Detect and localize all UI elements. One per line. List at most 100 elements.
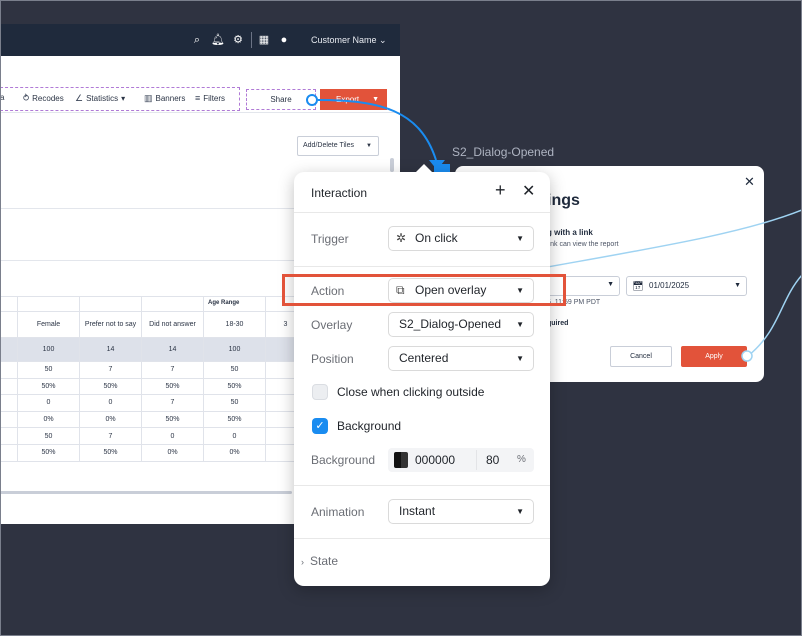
data-table: Female Prefer not to say Did not answer … xyxy=(0,296,306,462)
animation-value: Instant xyxy=(399,504,436,518)
close-outside-checkbox[interactable] xyxy=(312,384,328,400)
table-row: 50 7 0 0 xyxy=(0,427,306,445)
share-link-heading: g with a link xyxy=(547,228,593,237)
trigger-select[interactable]: ✲ On click ▼ xyxy=(388,226,534,251)
divider xyxy=(294,485,550,486)
table-cell: 50 xyxy=(203,361,266,379)
cancel-button[interactable]: Cancel xyxy=(610,346,672,367)
background-checkbox[interactable]: ✓ xyxy=(312,418,328,434)
field-divider xyxy=(476,450,477,470)
table-cell: 50% xyxy=(79,443,142,462)
table-row: 0% 0% 50% 50% xyxy=(0,410,306,429)
table-cell: 50 xyxy=(17,427,80,445)
state-section-toggle[interactable]: › State xyxy=(301,554,338,568)
background-opacity[interactable]: 80 xyxy=(486,448,499,472)
table-cell: 7 xyxy=(79,427,142,445)
color-swatch[interactable] xyxy=(394,452,408,468)
table-cell xyxy=(0,410,18,429)
required-text: quired xyxy=(547,320,569,327)
table-cell xyxy=(0,427,18,445)
table-cell: 0 xyxy=(203,427,266,445)
apps-grid-icon[interactable]: ▦ xyxy=(257,33,271,47)
position-label: Position xyxy=(311,352,354,366)
bell-icon[interactable]: 🔔︎ xyxy=(211,33,225,47)
table-cell: 50% xyxy=(141,410,204,429)
table-cell xyxy=(0,361,18,379)
table-row: 50 7 7 50 xyxy=(0,361,306,379)
chevron-right-icon: › xyxy=(301,557,304,567)
close-icon[interactable]: ✕ xyxy=(522,181,535,201)
chevron-down-icon: ▼ xyxy=(607,281,614,288)
add-delete-tiles-label: Add/Delete Tiles xyxy=(303,142,354,149)
vertical-scrollbar[interactable] xyxy=(390,158,394,172)
calendar-icon: 📅︎ xyxy=(632,281,644,291)
table-header-cell: Prefer not to say xyxy=(79,311,142,338)
table-header-row: Female Prefer not to say Did not answer … xyxy=(0,311,306,338)
share-label: Share xyxy=(270,95,292,104)
table-header-cell xyxy=(0,311,18,338)
table-cell: 50% xyxy=(17,377,80,396)
overlay-value: S2_Dialog-Opened xyxy=(399,317,502,331)
apply-button[interactable]: Apply xyxy=(681,346,747,367)
table-cell: 50 xyxy=(203,394,266,412)
table-cell: 0% xyxy=(79,410,142,429)
position-select[interactable]: Centered ▼ xyxy=(388,346,534,371)
table-cell xyxy=(0,337,18,362)
table-cell: 0 xyxy=(79,394,142,412)
customer-name-menu[interactable]: Customer Name ⌄ xyxy=(311,35,387,46)
background-checkbox-label: Background xyxy=(337,419,402,433)
table-row: 50% 50% 0% 0% xyxy=(0,443,306,462)
animation-select[interactable]: Instant ▼ xyxy=(388,499,534,524)
background-hex[interactable]: 000000 xyxy=(415,448,455,472)
table-cell: 7 xyxy=(141,361,204,379)
add-delete-tiles-button[interactable]: Add/Delete Tiles ▼ xyxy=(297,136,379,156)
table-row: 0 0 7 50 xyxy=(0,394,306,412)
divider xyxy=(294,538,550,539)
table-total-row: 100 14 14 100 xyxy=(0,337,306,362)
background-color-field[interactable]: 000000 80 % xyxy=(388,448,534,472)
table-cell: 14 xyxy=(141,337,204,362)
user-icon[interactable]: ● xyxy=(277,33,291,47)
share-button[interactable]: Share xyxy=(246,89,316,110)
table-cell: 7 xyxy=(141,394,204,412)
table-cell: 7 xyxy=(79,361,142,379)
interaction-panel: Interaction + ✕ Trigger ✲ On click ▼ Actio… xyxy=(294,164,550,586)
gear-icon[interactable]: ⚙ xyxy=(231,33,245,47)
expiry-date-value: 01/01/2025 xyxy=(649,281,690,290)
chevron-down-icon: ▼ xyxy=(516,234,524,243)
click-icon: ✲ xyxy=(396,231,407,245)
table-cell xyxy=(0,394,18,412)
search-icon[interactable]: ⌕ xyxy=(190,33,204,47)
table-cell: 50% xyxy=(17,443,80,462)
top-bar: ⌕ 🔔︎ ⚙ ▦ ● Customer Name ⌄ xyxy=(0,24,400,56)
divider xyxy=(294,266,550,267)
chevron-down-icon: ▼ xyxy=(516,354,524,363)
table-cell: 0% xyxy=(203,443,266,462)
panel-pointer xyxy=(416,164,432,172)
chevron-down-icon: ▼ xyxy=(734,282,741,289)
export-button[interactable]: Export ▼ xyxy=(320,89,387,110)
table-cell: 100 xyxy=(17,337,80,362)
position-value: Centered xyxy=(399,351,449,365)
table-cell xyxy=(0,443,18,462)
chevron-down-icon: ▼ xyxy=(516,320,524,329)
table-cell: 14 xyxy=(79,337,142,362)
close-icon[interactable]: ✕ xyxy=(744,174,755,190)
action-row-highlight xyxy=(282,274,566,306)
background-label: Background xyxy=(311,453,376,467)
table-cell: 50% xyxy=(203,377,266,396)
table-header-cell: Did not answer xyxy=(141,311,204,338)
share-link-description: link can view the report xyxy=(547,241,619,248)
overlay-select[interactable]: S2_Dialog-Opened ▼ xyxy=(388,312,534,337)
horizontal-scrollbar[interactable] xyxy=(0,491,292,494)
table-cell: 50% xyxy=(141,377,204,396)
expiry-date-select[interactable]: 📅︎ 01/01/2025 ▼ xyxy=(626,276,747,296)
add-icon[interactable]: + xyxy=(495,180,506,201)
dialog-title: ings xyxy=(547,192,580,209)
percent-sign: % xyxy=(517,454,526,465)
table-cell: 50% xyxy=(79,377,142,396)
table-cell xyxy=(0,377,18,396)
toolbar-selection-outline xyxy=(0,87,240,111)
chevron-down-icon[interactable]: ▼ xyxy=(372,89,379,110)
chevron-down-icon: ▼ xyxy=(366,143,372,149)
